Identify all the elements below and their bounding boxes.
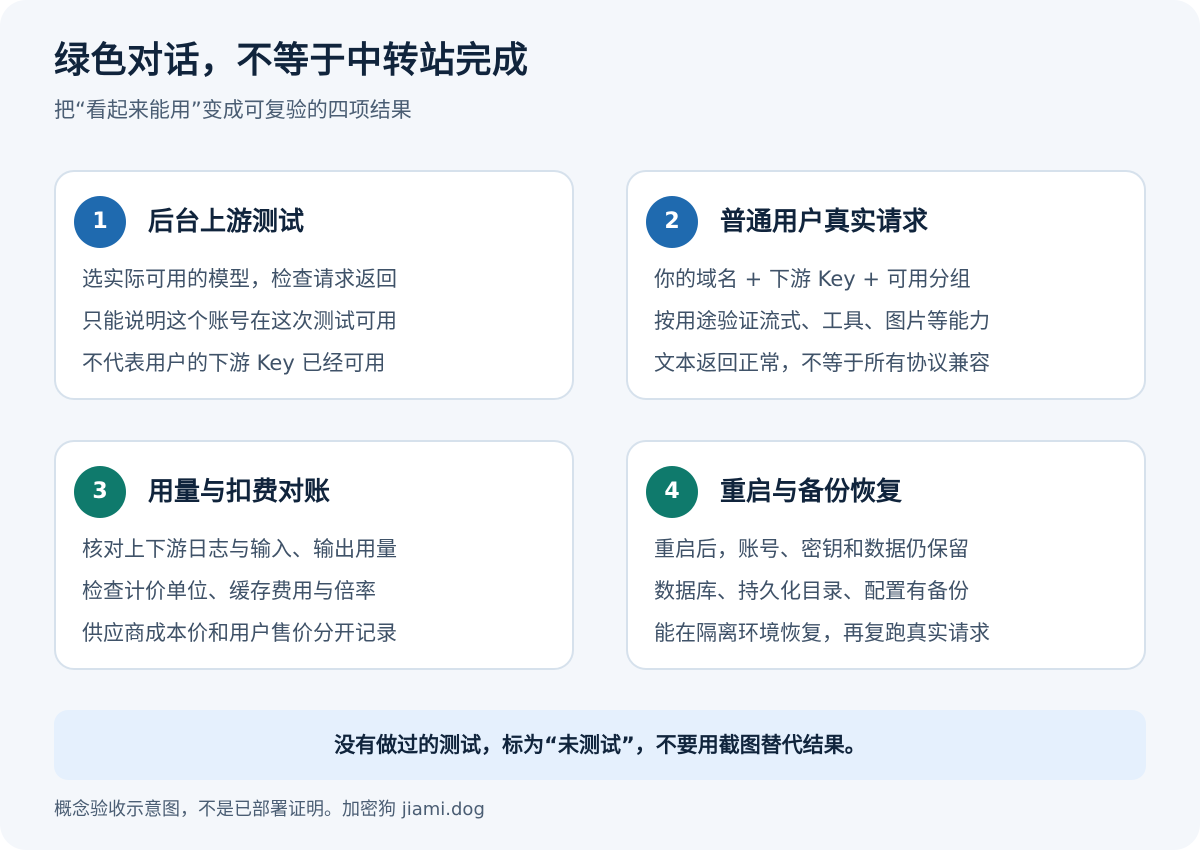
footer-note: 概念验收示意图，不是已部署证明。加密狗 jiami.dog	[54, 799, 485, 820]
step-line: 核对上下游日志与输入、输出用量	[82, 537, 397, 561]
step-line: 你的域名 + 下游 Key + 可用分组	[654, 267, 971, 291]
step-line: 能在隔离环境恢复，再复跑真实请求	[654, 621, 990, 645]
step-line: 文本返回正常，不等于所有协议兼容	[654, 351, 990, 375]
step-title: 普通用户真实请求	[720, 207, 929, 237]
diagram-page: 绿色对话，不等于中转站完成 把“看起来能用”变成可复验的四项结果 1 后台上游测…	[0, 0, 1200, 850]
page-title: 绿色对话，不等于中转站完成	[54, 40, 529, 81]
step-line: 只能说明这个账号在这次测试可用	[82, 309, 397, 333]
step-title: 重启与备份恢复	[720, 477, 903, 507]
step-title: 后台上游测试	[148, 207, 305, 237]
step-number-badge: 4	[646, 466, 698, 518]
step-line: 选实际可用的模型，检查请求返回	[82, 267, 397, 291]
step-card-3: 3 用量与扣费对账 核对上下游日志与输入、输出用量 检查计价单位、缓存费用与倍率…	[54, 440, 574, 670]
step-checklist: 选实际可用的模型，检查请求返回 只能说明这个账号在这次测试可用 不代表用户的下游…	[82, 258, 397, 384]
step-line: 供应商成本价和用户售价分开记录	[82, 621, 397, 645]
step-line: 不代表用户的下游 Key 已经可用	[82, 351, 386, 375]
step-checklist: 你的域名 + 下游 Key + 可用分组 按用途验证流式、工具、图片等能力 文本…	[654, 258, 990, 384]
step-line: 数据库、持久化目录、配置有备份	[654, 579, 969, 603]
page-subtitle: 把“看起来能用”变成可复验的四项结果	[54, 98, 412, 122]
step-line: 重启后，账号、密钥和数据仍保留	[654, 537, 969, 561]
step-line: 按用途验证流式、工具、图片等能力	[654, 309, 990, 333]
step-line: 检查计价单位、缓存费用与倍率	[82, 579, 376, 603]
step-checklist: 重启后，账号、密钥和数据仍保留 数据库、持久化目录、配置有备份 能在隔离环境恢复…	[654, 528, 990, 654]
step-title: 用量与扣费对账	[148, 477, 331, 507]
warning-banner: 没有做过的测试，标为“未测试”，不要用截图替代结果。	[54, 710, 1146, 780]
step-card-2: 2 普通用户真实请求 你的域名 + 下游 Key + 可用分组 按用途验证流式、…	[626, 170, 1146, 400]
step-number-badge: 3	[74, 466, 126, 518]
step-number-badge: 2	[646, 196, 698, 248]
step-checklist: 核对上下游日志与输入、输出用量 检查计价单位、缓存费用与倍率 供应商成本价和用户…	[82, 528, 397, 654]
step-number-badge: 1	[74, 196, 126, 248]
step-card-1: 1 后台上游测试 选实际可用的模型，检查请求返回 只能说明这个账号在这次测试可用…	[54, 170, 574, 400]
step-card-4: 4 重启与备份恢复 重启后，账号、密钥和数据仍保留 数据库、持久化目录、配置有备…	[626, 440, 1146, 670]
